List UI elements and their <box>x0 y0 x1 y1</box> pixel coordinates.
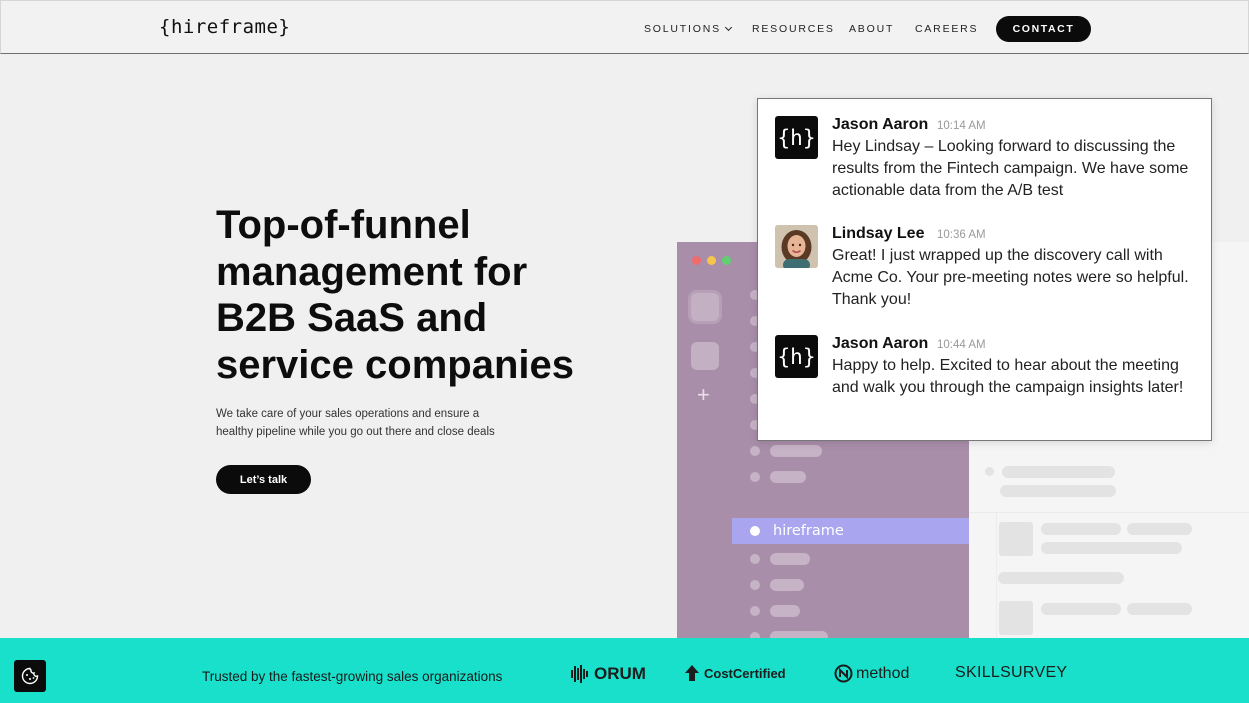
hero-subtitle-line-2: healthy pipeline while you go out there … <box>216 426 495 438</box>
channel-placeholder <box>770 445 822 457</box>
channel-row <box>732 546 969 572</box>
cookie-icon <box>21 667 39 685</box>
lets-talk-button[interactable]: Let’s talk <box>216 465 311 494</box>
hero-title: Top-of-funnel management for B2B SaaS an… <box>216 202 596 388</box>
message-text: Great! I just wrapped up the discovery c… <box>832 247 1189 308</box>
placeholder-line <box>1041 523 1121 535</box>
channel-name: hireframe <box>773 523 844 539</box>
trusted-band: Trusted by the fastest-growing sales org… <box>0 638 1249 703</box>
user-avatar <box>775 225 818 268</box>
channel-row <box>732 464 969 490</box>
workspace-icon <box>691 342 719 370</box>
channel-placeholder <box>770 471 806 483</box>
placeholder-line <box>998 572 1124 584</box>
message-author: Lindsay Lee <box>832 225 925 242</box>
method-icon <box>834 664 853 683</box>
message-text: Hey Lindsay – Looking forward to discuss… <box>832 138 1189 199</box>
message-author: Jason Aaron <box>832 116 929 133</box>
channel-dot <box>750 580 760 590</box>
chat-card: {h} Jason Aaron 10:14 AM Hey Lindsay – L… <box>757 98 1212 441</box>
message-time: 10:14 AM <box>937 120 986 132</box>
channel-row <box>732 572 969 598</box>
placeholder-line <box>1127 603 1192 615</box>
hireframe-avatar: {h} <box>775 116 818 159</box>
plus-icon: + <box>697 382 710 407</box>
channel-dot <box>750 606 760 616</box>
channel-dot <box>750 554 760 564</box>
orum-icon <box>571 665 588 683</box>
costcertified-icon <box>685 665 699 681</box>
brand-name: method <box>856 664 910 682</box>
channel-dot <box>750 472 760 482</box>
hireframe-avatar: {h} <box>775 335 818 378</box>
workspace-icon <box>691 293 719 321</box>
placeholder-dot <box>985 467 994 476</box>
hero-subtitle-line-1: We take care of your sales operations an… <box>216 408 480 420</box>
channel-placeholder <box>770 631 828 638</box>
brand-logo-orum: ORUM <box>570 664 646 684</box>
channel-row <box>732 438 969 464</box>
message-author: Jason Aaron <box>832 335 929 352</box>
placeholder-line <box>1127 523 1192 535</box>
cookie-settings-button[interactable] <box>14 660 46 692</box>
trusted-text: Trusted by the fastest-growing sales org… <box>202 669 503 684</box>
nav-resources[interactable]: RESOURCES <box>752 23 835 35</box>
channel-placeholder <box>770 605 800 617</box>
hero-subtitle: We take care of your sales operations an… <box>216 405 516 441</box>
nav-solutions[interactable]: SOLUTIONS <box>644 23 732 35</box>
placeholder-line <box>1002 466 1115 478</box>
hero-title-rest-1: for <box>462 249 528 294</box>
placeholder-avatar <box>999 601 1033 635</box>
channel-dot <box>750 526 760 536</box>
contact-button[interactable]: CONTACT <box>996 16 1091 42</box>
channel-row <box>732 598 969 624</box>
placeholder-line <box>1041 542 1182 554</box>
channel-row-active[interactable]: hireframe <box>732 518 969 544</box>
window-minimize-dot <box>707 256 716 265</box>
channel-placeholder <box>770 579 804 591</box>
hero-title-bold-2: management <box>216 249 463 294</box>
divider <box>996 512 997 638</box>
brand-name: SKILLSURVEY <box>955 664 1068 681</box>
window-maximize-dot <box>722 256 731 265</box>
brand-logo-skillsurvey: SKILLSURVEY <box>955 664 1067 682</box>
message-time: 10:44 AM <box>937 339 986 351</box>
chevron-down-icon <box>724 23 732 32</box>
message-time: 10:36 AM <box>937 229 986 241</box>
logo[interactable]: {hireframe} <box>159 16 290 38</box>
placeholder-line <box>1000 485 1116 497</box>
hero-title-rest-2: B2B SaaS and <box>216 296 488 340</box>
brand-name: CostCertified <box>704 665 786 681</box>
site-header: {hireframe} SOLUTIONS RESOURCES ABOUT CA… <box>0 0 1249 54</box>
nav-solutions-label: SOLUTIONS <box>644 23 721 35</box>
message-text: Happy to help. Excited to hear about the… <box>832 357 1184 396</box>
brand-name: ORUM <box>594 664 646 683</box>
hero-title-bold-1: Top-of-funnel <box>216 203 471 247</box>
hero-title-rest-3: service companies <box>216 342 574 387</box>
placeholder-avatar <box>999 522 1033 556</box>
window-close-dot <box>692 256 701 265</box>
channel-placeholder <box>770 553 810 565</box>
nav-careers[interactable]: CAREERS <box>915 23 978 35</box>
divider <box>969 512 1249 513</box>
placeholder-line <box>1041 603 1121 615</box>
channel-row <box>732 624 969 638</box>
brand-logo-method: method <box>834 664 909 683</box>
nav-about[interactable]: ABOUT <box>849 23 894 35</box>
channel-dot <box>750 446 760 456</box>
brand-logo-costcertified: CostCertified <box>684 664 786 682</box>
